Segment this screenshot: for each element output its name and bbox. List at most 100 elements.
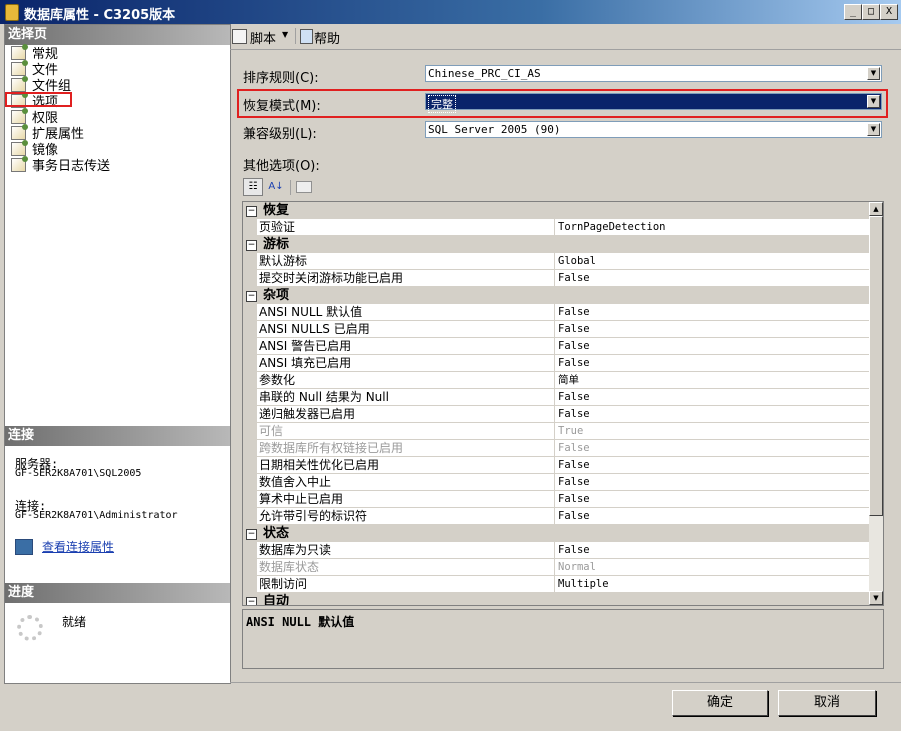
property-row[interactable]: 允许带引号的标识符 False — [243, 508, 869, 525]
property-value[interactable]: Global — [558, 253, 596, 269]
progress-header: 进度 — [5, 583, 230, 603]
property-pages-icon[interactable] — [296, 181, 312, 193]
nav-item-extended-properties[interactable]: 扩展属性 — [11, 124, 84, 142]
property-row[interactable]: 数据库为只读 False — [243, 542, 869, 559]
collapse-icon[interactable]: − — [246, 291, 257, 302]
property-category[interactable]: − 自动 — [243, 593, 869, 605]
column-divider[interactable] — [554, 491, 555, 508]
property-value[interactable]: False — [558, 508, 590, 524]
property-row[interactable]: 数据库状态 Normal — [243, 559, 869, 576]
collapse-icon[interactable]: − — [246, 597, 257, 605]
nav-item-log-shipping[interactable]: 事务日志传送 — [11, 156, 110, 174]
property-value[interactable]: False — [558, 542, 590, 558]
property-grid[interactable]: − 恢复 页验证 TornPageDetection − 游标 默认游标 Global 提交时关… — [242, 201, 884, 606]
row-gutter — [243, 559, 257, 576]
property-category[interactable]: − 状态 — [243, 525, 869, 542]
nav-item-permissions[interactable]: 权限 — [11, 108, 58, 126]
column-divider[interactable] — [554, 406, 555, 423]
column-divider[interactable] — [554, 423, 555, 440]
property-row[interactable]: ANSI 警告已启用 False — [243, 338, 869, 355]
property-value[interactable]: False — [558, 321, 590, 337]
column-divider[interactable] — [554, 474, 555, 491]
column-divider[interactable] — [554, 355, 555, 372]
property-value[interactable]: Multiple — [558, 576, 609, 592]
property-row[interactable]: ANSI NULL 默认值 False — [243, 304, 869, 321]
property-category[interactable]: − 游标 — [243, 236, 869, 253]
property-row[interactable]: 递归触发器已启用 False — [243, 406, 869, 423]
property-value[interactable]: False — [558, 304, 590, 320]
category-label: 杂项 — [263, 288, 290, 303]
column-divider[interactable] — [554, 372, 555, 389]
column-divider[interactable] — [554, 542, 555, 559]
property-row[interactable]: 跨数据库所有权链接已启用 False — [243, 440, 869, 457]
property-value[interactable]: False — [558, 406, 590, 422]
property-value[interactable]: False — [558, 474, 590, 490]
property-category[interactable]: − 杂项 — [243, 287, 869, 304]
close-button[interactable]: X — [880, 4, 898, 20]
property-row[interactable]: ANSI 填充已启用 False — [243, 355, 869, 372]
property-value[interactable]: 简单 — [558, 372, 579, 388]
property-row[interactable]: 算术中止已启用 False — [243, 491, 869, 508]
property-row[interactable]: 页验证 TornPageDetection — [243, 219, 869, 236]
scroll-up-button[interactable]: ▲ — [869, 202, 883, 216]
column-divider[interactable] — [554, 440, 555, 457]
collapse-icon[interactable]: − — [246, 529, 257, 540]
collapse-icon[interactable]: − — [246, 206, 257, 217]
cancel-button[interactable]: 取消 — [778, 690, 876, 716]
column-divider[interactable] — [554, 219, 555, 236]
property-value[interactable]: True — [558, 423, 583, 439]
property-value[interactable]: Normal — [558, 559, 596, 575]
property-row[interactable]: 串联的 Null 结果为 Null False — [243, 389, 869, 406]
property-row[interactable]: 参数化 简单 — [243, 372, 869, 389]
property-value[interactable]: False — [558, 389, 590, 405]
categorized-view-icon[interactable]: ☷ — [243, 178, 263, 196]
property-value[interactable]: TornPageDetection — [558, 219, 665, 235]
column-divider[interactable] — [554, 321, 555, 338]
column-divider[interactable] — [554, 253, 555, 270]
property-value[interactable]: False — [558, 355, 590, 371]
column-divider[interactable] — [554, 559, 555, 576]
property-row[interactable]: 默认游标 Global — [243, 253, 869, 270]
column-divider[interactable] — [554, 270, 555, 287]
property-value[interactable]: False — [558, 491, 590, 507]
column-divider[interactable] — [554, 338, 555, 355]
nav-item-mirroring[interactable]: 镜像 — [11, 140, 58, 158]
property-row[interactable]: 提交时关闭游标功能已启用 False — [243, 270, 869, 287]
collation-select[interactable]: Chinese_PRC_CI_AS ▼ — [425, 65, 882, 82]
property-row[interactable]: 限制访问 Multiple — [243, 576, 869, 593]
minimize-button[interactable]: _ — [844, 4, 862, 20]
property-name: 跨数据库所有权链接已启用 — [259, 441, 404, 455]
row-gutter — [243, 474, 257, 491]
help-button[interactable]: 帮助 — [314, 28, 340, 47]
alphabetical-sort-icon[interactable]: A↓ — [266, 178, 286, 196]
property-value[interactable]: False — [558, 457, 590, 473]
nav-item-general[interactable]: 常规 — [11, 44, 58, 62]
view-connection-properties-link[interactable]: 查看连接属性 — [42, 538, 114, 555]
ok-button[interactable]: 确定 — [672, 690, 768, 716]
property-category[interactable]: − 恢复 — [243, 202, 869, 219]
scroll-thumb[interactable] — [869, 216, 883, 516]
property-value[interactable]: False — [558, 440, 590, 456]
column-divider[interactable] — [554, 304, 555, 321]
column-divider[interactable] — [554, 508, 555, 525]
column-divider[interactable] — [554, 457, 555, 474]
column-divider[interactable] — [554, 576, 555, 593]
column-divider[interactable] — [554, 389, 555, 406]
property-row[interactable]: 可信 True — [243, 423, 869, 440]
collapse-icon[interactable]: − — [246, 240, 257, 251]
compatibility-level-select[interactable]: SQL Server 2005 (90) ▼ — [425, 121, 882, 138]
vertical-scrollbar[interactable]: ▲ ▼ — [869, 202, 883, 605]
nav-item-files[interactable]: 文件 — [11, 60, 58, 78]
chevron-down-icon[interactable]: ▼ — [867, 67, 880, 80]
script-button[interactable]: 脚本 — [250, 28, 276, 47]
property-row[interactable]: 数值舍入中止 False — [243, 474, 869, 491]
title-bar[interactable]: 数据库属性 - C3205版本 _ □ X — [0, 0, 901, 24]
property-row[interactable]: 日期相关性优化已启用 False — [243, 457, 869, 474]
property-value[interactable]: False — [558, 338, 590, 354]
property-value[interactable]: False — [558, 270, 590, 286]
maximize-button[interactable]: □ — [862, 4, 880, 20]
chevron-down-icon[interactable]: ▼ — [867, 123, 880, 136]
scroll-down-button[interactable]: ▼ — [869, 591, 883, 605]
chevron-down-icon[interactable]: ▼ — [282, 30, 288, 39]
property-row[interactable]: ANSI NULLS 已启用 False — [243, 321, 869, 338]
